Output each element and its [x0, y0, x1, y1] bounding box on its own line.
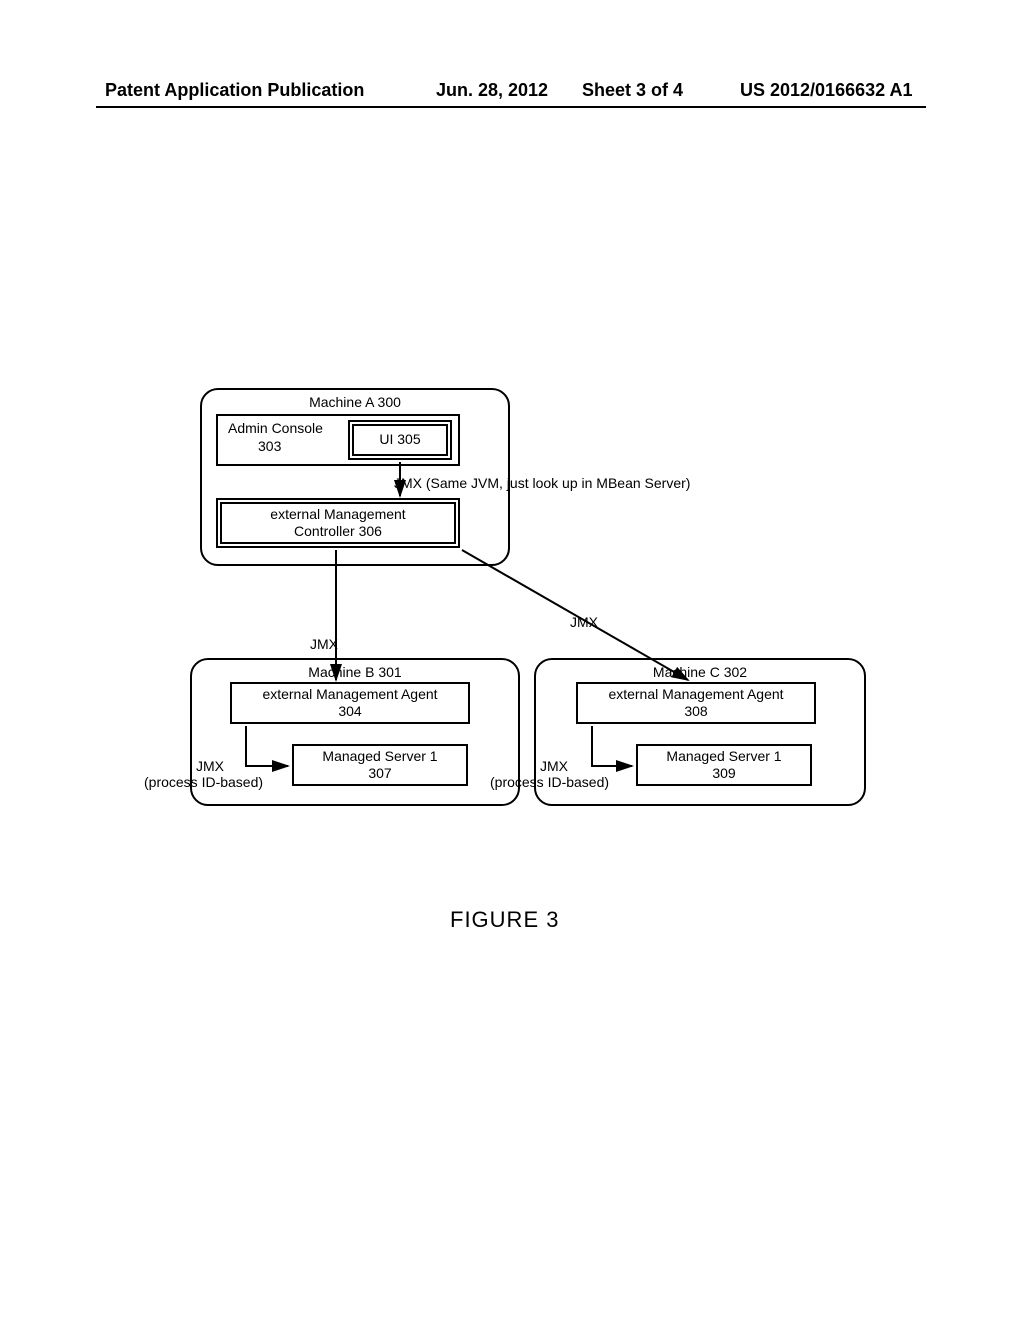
diagram-canvas: Patent Application Publication Jun. 28, …	[0, 0, 1024, 1320]
arrow-b-agent-to-server	[246, 726, 288, 766]
arrow-c-agent-to-server	[592, 726, 632, 766]
arrow-controller-to-c-agent	[462, 550, 688, 680]
arrows-layer	[0, 0, 1024, 1320]
